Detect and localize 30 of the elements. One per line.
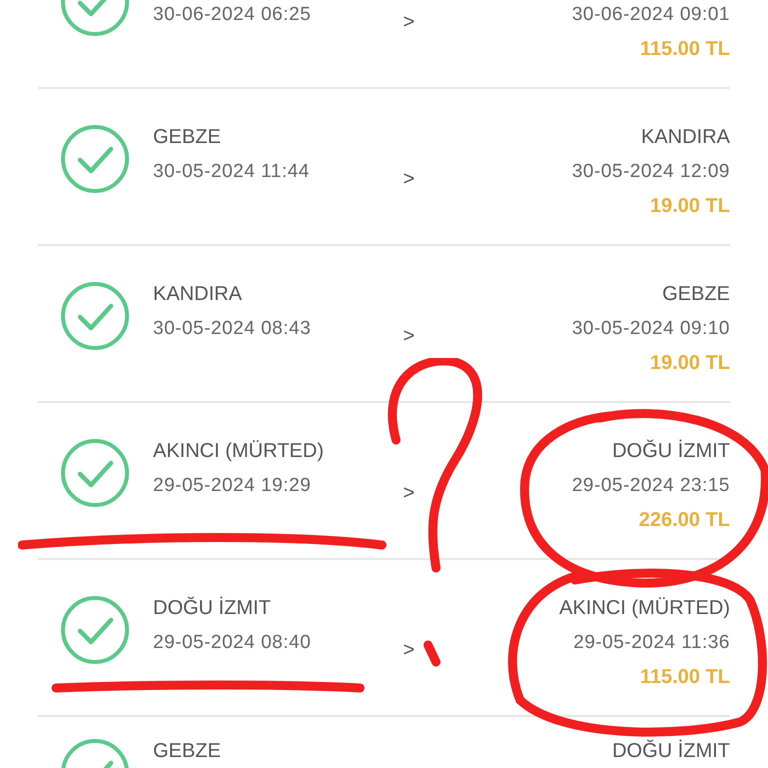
destination-station: GEBZE: [662, 282, 730, 307]
destination-station: DOĞU İZMIT: [612, 438, 730, 464]
destination-station: AKINCI (MÜRTED): [559, 596, 730, 621]
arrow-separator: >: [403, 639, 415, 661]
arrow-separator: >: [403, 168, 415, 190]
origin-station: KANDIRA: [153, 282, 242, 307]
arrival-time: 29-05-2024 23:15: [572, 474, 730, 498]
departure-time: 29-05-2024 19:29: [153, 474, 312, 498]
arrival-time: 30-06-2024 09:01: [572, 3, 730, 27]
arrival-time: 29-05-2024 11:36: [573, 631, 730, 655]
arrival-time: 30-05-2024 12:09: [572, 160, 730, 184]
arrival-time: 30-05-2024 09:10: [572, 317, 730, 341]
fare-price: 19.00 TL: [650, 350, 730, 376]
origin-station: DOĞU İZMIT: [153, 596, 271, 621]
origin-station: GEBZE: [153, 739, 221, 764]
departure-time: 30-06-2024 06:25: [153, 3, 312, 27]
arrow-separator: >: [403, 11, 415, 33]
departure-time: 30-05-2024 11:44: [153, 160, 311, 184]
fare-price: 115.00 TL: [640, 664, 730, 690]
destination-station: DOĞU İZMIT: [612, 738, 730, 764]
departure-time: 30-05-2024 08:43: [153, 317, 312, 341]
arrow-separator: >: [403, 325, 415, 347]
fare-price: 226.00 TL: [638, 508, 730, 532]
origin-station: AKINCI (MÜRTED): [153, 439, 324, 464]
fare-price: 19.00 TL: [650, 194, 730, 218]
fare-price: 115.00 TL: [640, 36, 730, 62]
origin-station: GEBZE: [153, 125, 221, 150]
arrow-separator: >: [403, 482, 415, 504]
departure-time: 29-05-2024 08:40: [153, 631, 312, 655]
destination-station: KANDIRA: [641, 125, 730, 150]
